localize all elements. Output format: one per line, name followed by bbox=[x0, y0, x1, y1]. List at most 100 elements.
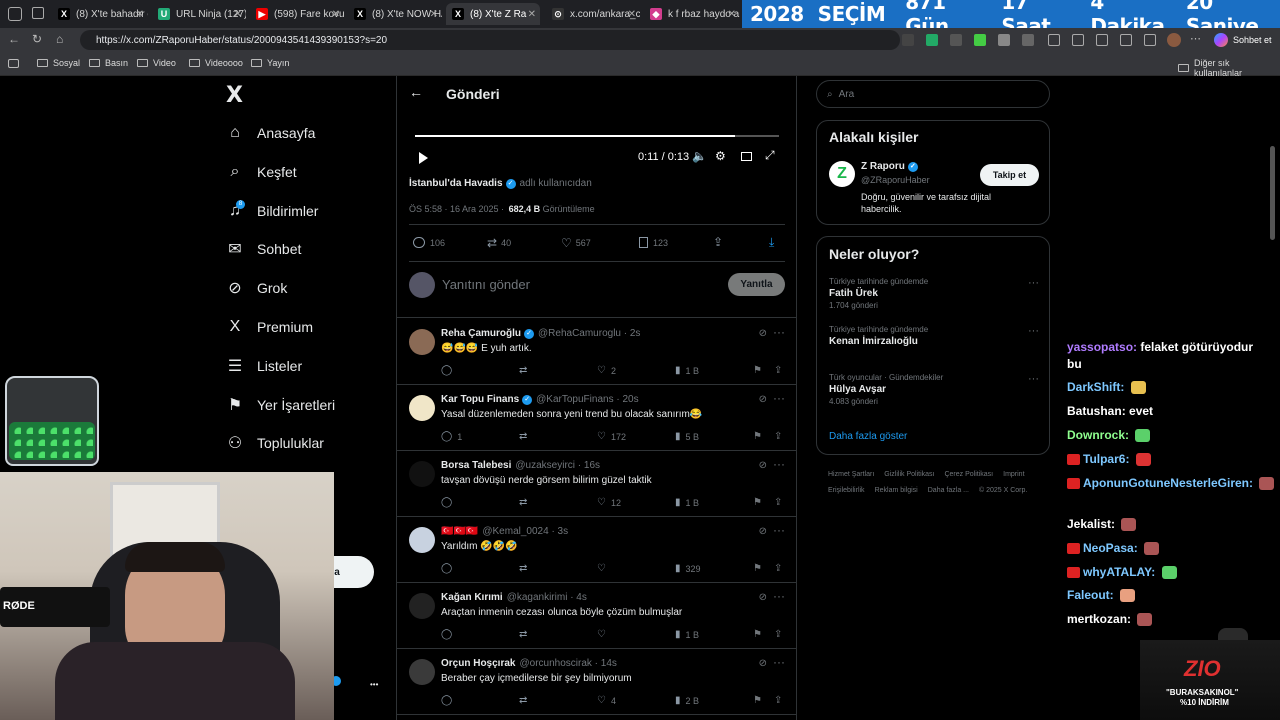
chat-username[interactable]: Faleout bbox=[1067, 588, 1110, 602]
fullscreen-icon[interactable]: ⤢ bbox=[765, 148, 775, 163]
related-avatar[interactable]: Z bbox=[829, 161, 855, 187]
like-action[interactable]: ♡ bbox=[597, 629, 611, 640]
share-icon[interactable]: ⇪ bbox=[774, 431, 782, 442]
more-icon[interactable]: ··· bbox=[773, 325, 785, 339]
bookmark-folder[interactable]: Yayın bbox=[251, 58, 289, 68]
tab-close-icon[interactable]: ✕ bbox=[528, 9, 536, 20]
share-icon[interactable]: ⇪ bbox=[774, 629, 782, 640]
avatar[interactable] bbox=[409, 593, 435, 619]
reply-action[interactable]: ◯ bbox=[441, 365, 457, 376]
chat-username[interactable]: AponunGotuneNesterleGiren bbox=[1083, 476, 1249, 490]
reply-tweet[interactable]: Kar Topu Finans ✓ @KarTopuFinans · 20s ⊘ ···… bbox=[397, 385, 796, 451]
author-handle[interactable]: @KarTopuFinans · 20s bbox=[536, 394, 638, 405]
repost-action[interactable]: ⇄ bbox=[519, 431, 532, 442]
follow-button[interactable]: Takip et bbox=[980, 164, 1039, 186]
sidebar-item-premium[interactable]: X Premium bbox=[226, 318, 313, 336]
chat-username[interactable]: Tulpar6 bbox=[1083, 452, 1125, 466]
reload-icon[interactable]: ↻ bbox=[32, 32, 42, 46]
chat-username[interactable]: Downrock bbox=[1067, 428, 1125, 442]
reply-action[interactable]: ◯ bbox=[441, 563, 457, 574]
repost-action[interactable]: ⇄ bbox=[519, 695, 532, 706]
back-icon[interactable]: ← bbox=[8, 32, 20, 46]
profile-avatar[interactable] bbox=[1167, 33, 1181, 47]
browser-tab[interactable]: ▶(598) Fare kovucu✕ bbox=[250, 3, 344, 25]
bookmark-icon[interactable]: ⚑ bbox=[753, 563, 762, 574]
reply-tweet[interactable]: Kağan Kırımi @kagankirimi · 4s ⊘ ··· Araçtan… bbox=[397, 583, 796, 649]
repost-stat[interactable]: ⇄ 40 bbox=[487, 236, 511, 250]
favorites-star-icon[interactable] bbox=[1096, 34, 1108, 46]
other-bookmarks[interactable]: Diğer sık kullanılanlar bbox=[1178, 58, 1280, 78]
grok-icon[interactable]: ⊘ bbox=[759, 394, 767, 405]
share-icon[interactable]: ⇪ bbox=[774, 365, 782, 376]
back-arrow-icon[interactable]: ← bbox=[409, 84, 423, 100]
grok-icon[interactable]: ⊘ bbox=[759, 526, 767, 537]
bookmark-icon[interactable]: ⚑ bbox=[753, 629, 762, 640]
views-action[interactable]: ▮ 1 B bbox=[675, 629, 699, 640]
bookmark-folder[interactable]: Sosyal bbox=[37, 58, 80, 68]
more-icon[interactable]: ··· bbox=[1028, 277, 1039, 289]
views-action[interactable]: ▮ 1 B bbox=[675, 497, 699, 508]
avatar[interactable] bbox=[409, 329, 435, 355]
sidebar-item-sohbet[interactable]: ✉ Sohbet bbox=[226, 240, 301, 258]
tab-close-icon[interactable]: ✕ bbox=[332, 9, 340, 20]
more-icon[interactable]: ··· bbox=[773, 655, 785, 669]
chat-username[interactable]: Jekalist bbox=[1067, 517, 1111, 531]
page-scrollbar[interactable] bbox=[1270, 146, 1275, 240]
reply-tweet[interactable]: Orçun Hoşçırak @orcunhoscirak · 14s ⊘ ··· Be… bbox=[397, 649, 796, 715]
chat-username[interactable]: yassopatso bbox=[1067, 340, 1133, 354]
sidebar-item-listeler[interactable]: ☰ Listeler bbox=[226, 357, 302, 375]
play-icon[interactable] bbox=[419, 152, 428, 164]
tab-actions-icon[interactable] bbox=[8, 7, 22, 21]
more-icon[interactable]: ··· bbox=[1028, 325, 1039, 337]
repost-action[interactable]: ⇄ bbox=[519, 629, 532, 640]
repost-action[interactable]: ⇄ bbox=[519, 497, 532, 508]
reply-tweet[interactable]: 🇹🇷🇹🇷🇹🇷 @Kemal_0024 · 3s ⊘ ··· Yarıldım 🤣🤣🤣 ◯ ⇄… bbox=[397, 517, 796, 583]
views-action[interactable]: ▮ 2 B bbox=[675, 695, 699, 706]
extension-icon[interactable] bbox=[1022, 34, 1034, 46]
bookmark-icon[interactable]: ⚑ bbox=[753, 431, 762, 442]
reply-submit-button[interactable]: Yanıtla bbox=[728, 273, 785, 296]
like-action[interactable]: ♡ bbox=[597, 563, 611, 574]
grok-icon[interactable]: ⊘ bbox=[759, 460, 767, 471]
sidebar-item-anasayfa[interactable]: ⌂ Anasayfa bbox=[226, 124, 315, 142]
bookmark-folder[interactable]: Basın bbox=[89, 58, 128, 68]
collections-icon[interactable] bbox=[1120, 34, 1132, 46]
repost-action[interactable]: ⇄ bbox=[519, 563, 532, 574]
reply-stat[interactable]: 106 bbox=[413, 237, 445, 248]
pip-icon[interactable] bbox=[741, 152, 752, 161]
author-name[interactable]: Reha Çamuroğlu bbox=[441, 328, 521, 339]
avatar[interactable] bbox=[409, 659, 435, 685]
bookmark-stat[interactable]: 123 bbox=[639, 237, 668, 248]
like-stat[interactable]: ♡ 567 bbox=[561, 236, 591, 250]
browser-tab[interactable]: ◆ k f rbaz haydo a ✕ bbox=[644, 3, 740, 25]
author-name[interactable]: Orçun Hoşçırak bbox=[441, 658, 515, 669]
browser-tab[interactable]: U URL Ninja (127) ✕ bbox=[152, 3, 246, 25]
like-action[interactable]: ♡ 4 bbox=[597, 695, 616, 706]
trend-item[interactable]: Türk oyuncular · Gündemdekiler Hülya Avşa… bbox=[829, 373, 1039, 406]
author-handle[interactable]: @orcunhoscirak · 14s bbox=[519, 658, 616, 669]
share-icon[interactable]: ⇪ bbox=[713, 235, 723, 249]
account-more-icon[interactable]: ••• bbox=[370, 680, 378, 689]
avatar[interactable] bbox=[409, 461, 435, 487]
views-action[interactable]: ▮ 5 B bbox=[675, 431, 699, 442]
bookmark-folder[interactable]: Videoooo bbox=[189, 58, 243, 68]
extension-icon[interactable] bbox=[950, 34, 962, 46]
author-name[interactable]: Kar Topu Finans bbox=[441, 394, 519, 405]
show-more-link[interactable]: Daha fazla göster bbox=[829, 431, 907, 442]
trend-item[interactable]: Türkiye tarihinde gündemde Kenan İmirzalı… bbox=[829, 325, 1039, 347]
tab-close-icon[interactable]: ✕ bbox=[234, 9, 242, 20]
reply-action[interactable]: ◯ bbox=[441, 695, 457, 706]
like-action[interactable]: ♡ 172 bbox=[597, 431, 626, 442]
downloads-icon[interactable] bbox=[1144, 34, 1156, 46]
bookmark-icon[interactable]: ⚑ bbox=[753, 695, 762, 706]
related-name-row[interactable]: Z Raporu ✓ bbox=[861, 161, 918, 172]
avatar[interactable] bbox=[409, 395, 435, 421]
footer-link[interactable]: Hizmet Şartları bbox=[828, 467, 874, 483]
sidebar-item-yer-i-şaretleri[interactable]: ⚑ Yer İşaretleri bbox=[226, 396, 335, 414]
more-icon[interactable]: ··· bbox=[773, 523, 785, 537]
avatar[interactable] bbox=[409, 527, 435, 553]
repost-action[interactable]: ⇄ bbox=[519, 365, 532, 376]
extension-icon[interactable] bbox=[974, 34, 986, 46]
browser-tab[interactable]: ⊙ x.com/ankara_ce ✕ bbox=[546, 3, 640, 25]
reply-tweet[interactable]: Borsa Talebesi @uzakseyirci · 16s ⊘ ··· tavş… bbox=[397, 451, 796, 517]
